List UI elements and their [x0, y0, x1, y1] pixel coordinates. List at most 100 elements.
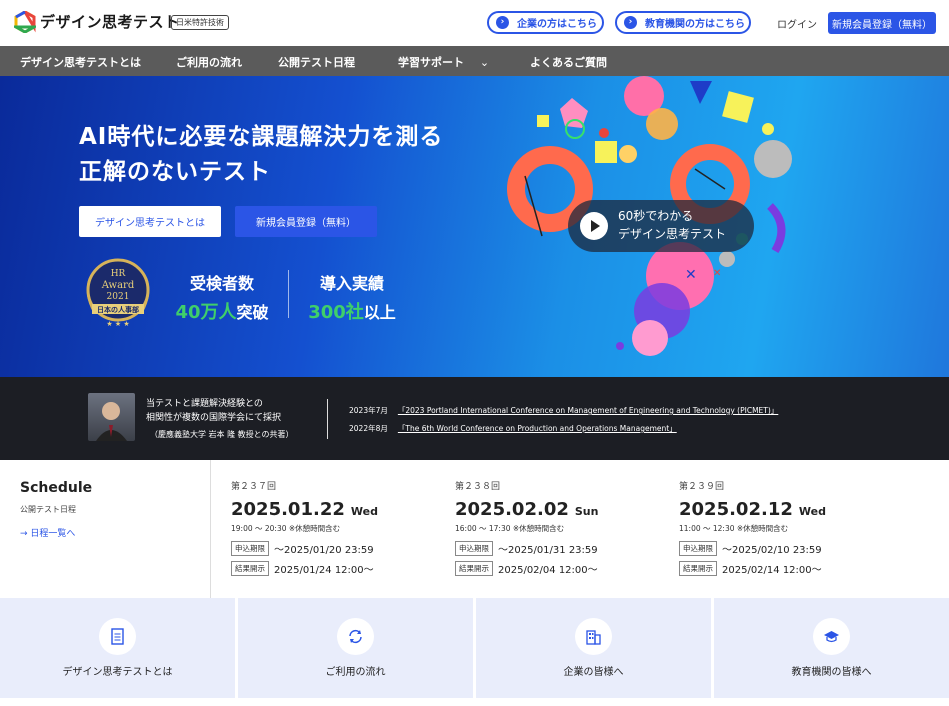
deadline-tag: 申込期限 — [455, 541, 493, 556]
corporate-button-label: 企業の方はこちら — [517, 19, 597, 30]
result-tag: 結果開示 — [455, 561, 493, 576]
tile-education[interactable]: 教育機関の皆様へ — [714, 598, 949, 698]
video-label-line1: 60秒でわかる — [618, 209, 694, 223]
login-link[interactable]: ログイン — [777, 16, 817, 31]
schedule-date: 2025.01.22 — [231, 499, 345, 520]
tile-corporate-label: 企業の皆様へ — [563, 667, 624, 678]
hero-banner: ✕ ✕ AI時代に必要な課題解決力を測る 正解のないテスト デザイン思考テストと… — [0, 76, 949, 377]
tile-corporate[interactable]: 企業の皆様へ — [476, 598, 711, 698]
arrow-right-icon: › — [496, 16, 509, 29]
education-button-label: 教育機関の方はこちら — [645, 19, 745, 30]
arrow-right-icon: › — [624, 16, 637, 29]
award-hr: HR — [111, 269, 126, 279]
video-label-line2: デザイン思考テスト — [618, 227, 727, 241]
nav-item-faq[interactable]: よくあるご質問 — [530, 54, 607, 70]
award-word: Award — [101, 280, 135, 291]
schedule-time: 19:00 〜 20:30 ※休憩時間含む — [231, 524, 341, 533]
conference-date: 2023年7月 — [349, 406, 388, 415]
patent-badge: 日米特許技術 — [171, 15, 229, 30]
schedule-date: 2025.02.12 — [679, 499, 793, 520]
stat-adoption: 導入実績 300社以上 — [302, 270, 402, 324]
nav-item-schedule[interactable]: 公開テスト日程 — [278, 54, 355, 70]
deadline-tag: 申込期限 — [231, 541, 269, 556]
schedule-divider — [210, 460, 211, 598]
conference-item[interactable]: 2022年8月 「The 6th World Conference on Pro… — [349, 423, 677, 434]
hero-title-line1: AI時代に必要な課題解決力を測る — [79, 124, 444, 150]
svg-text:★ ★ ★: ★ ★ ★ — [106, 320, 129, 328]
video-play-button[interactable]: 60秒でわかる デザイン思考テスト — [568, 200, 754, 252]
building-icon — [575, 618, 612, 655]
nav-item-learning[interactable]: 学習サポート ⌄ — [398, 54, 489, 70]
stat-examinees-suffix: 突破 — [236, 303, 269, 322]
schedule-round: 第２３７回 — [231, 482, 277, 492]
schedule-result: 2025/02/04 12:00〜 — [498, 565, 598, 576]
schedule-card[interactable]: 第２３７回 2025.01.22 Wed 19:00 〜 20:30 ※休憩時間含… — [231, 479, 431, 576]
corporate-button[interactable]: › 企業の方はこちら — [487, 11, 604, 34]
svg-text:✕: ✕ — [713, 268, 721, 279]
stat-examinees: 受検者数 40万人突破 — [172, 270, 272, 324]
stat-divider — [288, 270, 289, 318]
tile-education-label: 教育機関の皆様へ — [791, 667, 872, 678]
research-line1: 当テストと課題解決経験との — [146, 399, 263, 409]
hero-title-line2: 正解のないテスト — [79, 159, 271, 185]
research-band: 当テストと課題解決経験との 相関性が複数の国際学会にて採択 （慶應義塾大学 岩本… — [0, 377, 949, 460]
hero-register-button[interactable]: 新規会員登録（無料） — [235, 206, 377, 237]
schedule-list-link[interactable]: → 日程一覧へ — [20, 526, 75, 539]
conference-item[interactable]: 2023年7月 「2023 Portland International Con… — [349, 405, 778, 416]
schedule-result: 2025/01/24 12:00〜 — [274, 565, 374, 576]
education-button[interactable]: › 教育機関の方はこちら — [615, 11, 751, 34]
schedule-weekday: Sun — [574, 505, 599, 518]
schedule-time: 11:00 〜 12:30 ※休憩時間含む — [679, 524, 789, 533]
schedule-subtitle: 公開テスト日程 — [20, 505, 76, 514]
nav-item-flow[interactable]: ご利用の流れ — [176, 54, 242, 70]
schedule-weekday: Wed — [350, 505, 378, 518]
brand-name[interactable]: デザイン思考テスト — [40, 11, 180, 32]
conference-title[interactable]: 「The 6th World Conference on Production … — [398, 423, 677, 434]
schedule-card[interactable]: 第２３８回 2025.02.02 Sun 16:00 〜 17:30 ※休憩時間含… — [455, 479, 655, 576]
svg-text:✕: ✕ — [685, 267, 697, 283]
conference-date: 2022年8月 — [349, 424, 388, 433]
schedule-time: 16:00 〜 17:30 ※休憩時間含む — [455, 524, 565, 533]
schedule-result: 2025/02/14 12:00〜 — [722, 565, 822, 576]
stat-adoption-value: 300社 — [308, 302, 364, 323]
chevron-down-icon: ⌄ — [479, 56, 490, 69]
conference-title[interactable]: 「2023 Portland International Conference … — [398, 405, 778, 416]
schedule-weekday: Wed — [798, 505, 826, 518]
research-line2: 相関性が複数の国際学会にて採択 — [146, 413, 282, 423]
result-tag: 結果開示 — [231, 561, 269, 576]
schedule-list-link-label: 日程一覧へ — [30, 529, 76, 539]
research-note: （慶應義塾大学 岩本 隆 教授との共著） — [150, 430, 294, 439]
top-header: デザイン思考テスト 日米特許技術 › 企業の方はこちら › 教育機関の方はこちら… — [0, 0, 949, 46]
quick-links: デザイン思考テストとは ご利用の流れ 企業の皆様へ 教育機関の皆様へ — [0, 598, 949, 698]
nav-item-learning-label: 学習サポート — [398, 56, 464, 69]
deadline-tag: 申込期限 — [679, 541, 717, 556]
hero-about-button[interactable]: デザイン思考テストとは — [79, 206, 221, 237]
refresh-icon — [337, 618, 374, 655]
tile-about[interactable]: デザイン思考テストとは — [0, 598, 235, 698]
award-year: 2021 — [107, 292, 130, 302]
schedule-deadline: 〜2025/01/31 23:59 — [498, 545, 598, 556]
award-ribbon: 日本の人事部 — [97, 305, 139, 314]
schedule-round: 第２３８回 — [455, 482, 501, 492]
tile-about-label: デザイン思考テストとは — [62, 667, 173, 678]
schedule-title: Schedule — [20, 480, 93, 496]
band-divider — [327, 399, 328, 439]
result-tag: 結果開示 — [679, 561, 717, 576]
main-nav: デザイン思考テストとは ご利用の流れ 公開テスト日程 学習サポート ⌄ よくある… — [0, 46, 949, 76]
tile-flow-label: ご利用の流れ — [325, 667, 386, 678]
schedule-round: 第２３９回 — [679, 482, 725, 492]
stat-examinees-value: 40万人 — [175, 302, 237, 323]
play-icon — [580, 212, 608, 240]
hero-title: AI時代に必要な課題解決力を測る 正解のないテスト — [79, 120, 443, 190]
schedule-deadline: 〜2025/02/10 23:59 — [722, 545, 822, 556]
professor-photo — [88, 393, 135, 441]
stat-adoption-suffix: 以上 — [363, 303, 396, 322]
register-button[interactable]: 新規会員登録（無料） — [828, 12, 936, 34]
tile-flow[interactable]: ご利用の流れ — [238, 598, 473, 698]
logo-icon[interactable] — [14, 11, 36, 33]
schedule-date: 2025.02.02 — [455, 499, 569, 520]
document-icon — [99, 618, 136, 655]
hr-award-badge: HR Award 2021 日本の人事部 ★ ★ ★ — [82, 254, 154, 330]
schedule-card[interactable]: 第２３９回 2025.02.12 Wed 11:00 〜 12:30 ※休憩時間含… — [679, 479, 879, 576]
nav-item-about[interactable]: デザイン思考テストとは — [20, 54, 141, 70]
